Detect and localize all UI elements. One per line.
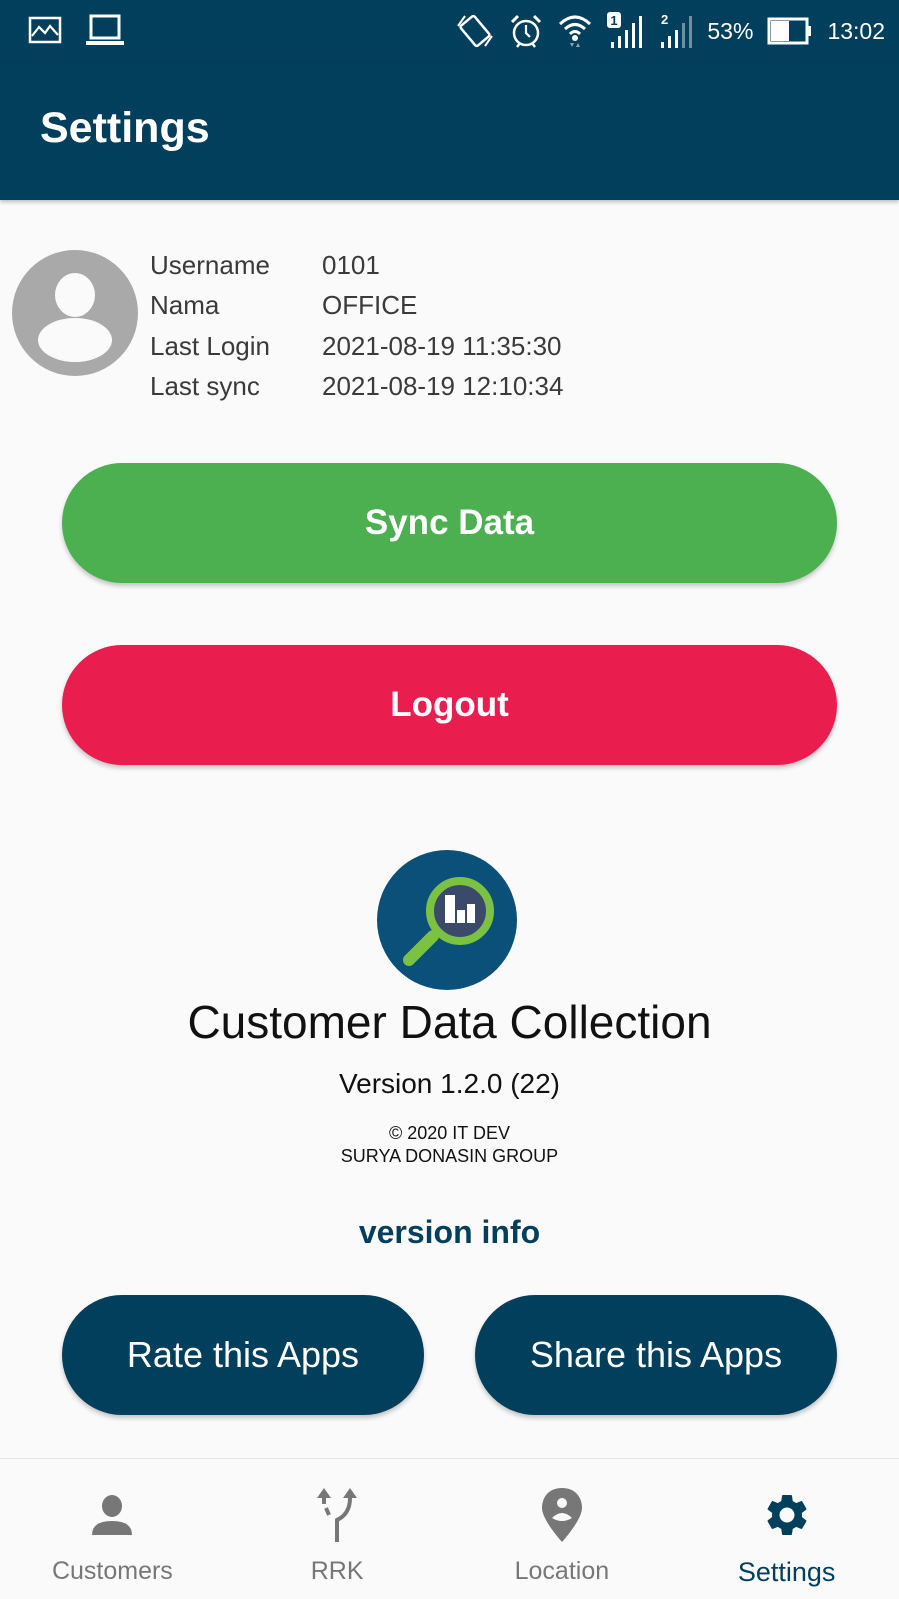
profile-row-last-sync: Last sync 2021-08-19 12:10:34: [150, 367, 563, 408]
app-name: Customer Data Collection: [187, 996, 712, 1048]
field-label: Last sync: [150, 371, 260, 402]
nav-label: Settings: [737, 1557, 836, 1587]
profile-row-username: Username 0101: [150, 245, 563, 286]
profile-row-last-login: Last Login 2021-08-19 11:35:30: [150, 326, 563, 367]
logout-button[interactable]: Logout: [62, 645, 837, 765]
sync-data-button[interactable]: Sync Data: [62, 463, 837, 583]
nav-label: Customers: [51, 1557, 173, 1585]
nav-item-rrk[interactable]: RRK: [225, 1459, 450, 1599]
field-value: 0101: [322, 249, 380, 280]
person-icon: [90, 1489, 134, 1541]
nav-label: Location: [514, 1557, 610, 1585]
profile-info: Username 0101 Nama OFFICE Last Login 202…: [150, 245, 563, 407]
person-avatar-icon: [12, 250, 138, 376]
nav-item-location[interactable]: Location: [450, 1459, 675, 1599]
rate-app-button[interactable]: Rate this Apps: [62, 1295, 424, 1415]
signal-sim1-icon: 1: [607, 12, 643, 50]
gallery-icon: [28, 16, 62, 44]
wifi-icon: [557, 12, 593, 50]
copyright-line-2: SURYA DONASIN GROUP: [340, 1146, 559, 1166]
laptop-icon: [84, 14, 126, 46]
bottom-navigation: Customers RRK Location Settings: [0, 1458, 899, 1599]
field-label: Username: [150, 249, 270, 280]
profile-row-nama: Nama OFFICE: [150, 286, 563, 327]
location-pin-icon: [541, 1488, 582, 1542]
field-label: Nama: [150, 290, 220, 321]
page-title: Settings: [40, 104, 210, 152]
svg-text:1: 1: [611, 13, 618, 28]
alarm-icon: [509, 13, 543, 49]
merge-arrows-icon: [315, 1488, 359, 1542]
copyright-line-1: © 2020 IT DEV: [389, 1123, 510, 1143]
field-value: OFFICE: [322, 290, 418, 321]
battery-icon: [767, 17, 813, 45]
profile-section: Username 0101 Nama OFFICE Last Login 202…: [12, 245, 892, 401]
clock: 13:02: [827, 17, 885, 44]
magnifier-chart-logo: [375, 850, 520, 990]
nav-label: RRK: [310, 1557, 364, 1585]
field-value: 2021-08-19 12:10:34: [322, 371, 564, 402]
gear-icon: [762, 1489, 812, 1541]
copyright: © 2020 IT DEV SURYA DONASIN GROUP: [0, 1122, 899, 1168]
nav-item-settings[interactable]: Settings: [674, 1459, 899, 1599]
nav-item-customers[interactable]: Customers: [0, 1459, 225, 1599]
app-version: Version 1.2.0 (22): [338, 1068, 561, 1099]
version-info-link[interactable]: version info: [0, 1214, 899, 1251]
field-label: Last Login: [150, 330, 270, 361]
signal-sim2-icon: 2: [657, 12, 693, 50]
status-bar: 1 2 53% 13:02: [0, 0, 899, 64]
vibrate-icon: [455, 12, 495, 50]
battery-percent: 53%: [707, 17, 754, 44]
field-value: 2021-08-19 11:35:30: [322, 330, 562, 361]
app-bar: Settings: [0, 64, 899, 200]
svg-text:2: 2: [661, 12, 668, 27]
share-app-button[interactable]: Share this Apps: [475, 1295, 837, 1415]
